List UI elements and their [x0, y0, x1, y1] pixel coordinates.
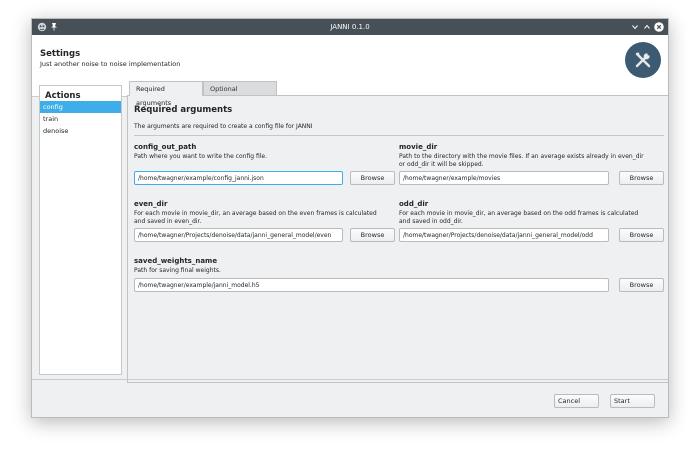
field-saved-weights-name: saved_weights_name Path for saving final…	[134, 257, 664, 297]
actions-panel: Actions config train denoise	[39, 85, 122, 375]
required-arguments-panel: Required arguments The arguments are req…	[127, 95, 668, 383]
minimize-icon[interactable]	[630, 22, 640, 32]
even-dir-description: For each movie in movie_dir, an average …	[134, 210, 377, 225]
saved-weights-name-description: Path for saving final weights.	[134, 267, 221, 274]
movie-dir-browse-button[interactable]: Browse	[619, 171, 664, 185]
app-window: JANNI 0.1.0 Settings Just another noise …	[31, 18, 669, 418]
saved-weights-name-browse-button[interactable]: Browse	[619, 278, 664, 292]
action-item-denoise[interactable]: denoise	[40, 125, 121, 137]
header-title: Settings	[40, 49, 81, 59]
maximize-icon[interactable]	[642, 22, 652, 32]
config-out-path-browse-button[interactable]: Browse	[350, 171, 395, 185]
footer-separator	[32, 379, 668, 380]
title-bar[interactable]: JANNI 0.1.0	[32, 19, 668, 35]
actions-list: config train denoise	[40, 101, 121, 137]
config-out-path-label: config_out_path	[134, 143, 197, 151]
movie-dir-input[interactable]	[399, 171, 609, 185]
movie-dir-label: movie_dir	[399, 143, 438, 151]
movie-dir-description: Path to the directory with the movie fil…	[399, 153, 644, 168]
action-item-train[interactable]: train	[40, 113, 121, 125]
even-dir-browse-button[interactable]: Browse	[350, 228, 395, 242]
actions-title: Actions	[45, 91, 81, 101]
start-button[interactable]: Start	[610, 394, 655, 408]
odd-dir-label: odd_dir	[399, 200, 429, 208]
close-icon[interactable]	[654, 22, 664, 32]
odd-dir-input[interactable]	[399, 228, 609, 242]
action-item-config[interactable]: config	[40, 101, 121, 113]
saved-weights-name-input[interactable]	[134, 278, 609, 292]
header-subtitle: Just another noise to noise implementati…	[40, 60, 181, 68]
field-odd-dir: odd_dir For each movie in movie_dir, an …	[399, 200, 664, 246]
tab-required-arguments[interactable]: Required arguments	[129, 81, 203, 107]
header: Settings Just another noise to noise imp…	[32, 35, 668, 97]
even-dir-input[interactable]	[134, 228, 343, 242]
odd-dir-description: For each movie in movie_dir, an average …	[399, 210, 639, 225]
window-title: JANNI 0.1.0	[330, 23, 370, 31]
cancel-button[interactable]: Cancel	[554, 394, 599, 408]
config-out-path-description: Path where you want to write the config …	[134, 153, 267, 160]
saved-weights-name-label: saved_weights_name	[134, 257, 218, 265]
field-movie-dir: movie_dir Path to the directory with the…	[399, 143, 664, 189]
tools-icon	[625, 42, 661, 78]
even-dir-label: even_dir	[134, 200, 168, 208]
odd-dir-browse-button[interactable]: Browse	[619, 228, 664, 242]
field-even-dir: even_dir For each movie in movie_dir, an…	[134, 200, 396, 246]
tab-optional-arguments[interactable]: Optional arguments	[203, 81, 277, 107]
panel-separator	[134, 135, 664, 136]
field-config-out-path: config_out_path Path where you want to w…	[134, 143, 396, 189]
config-out-path-input[interactable]	[134, 171, 343, 185]
panel-description: The arguments are required to create a c…	[134, 123, 313, 130]
